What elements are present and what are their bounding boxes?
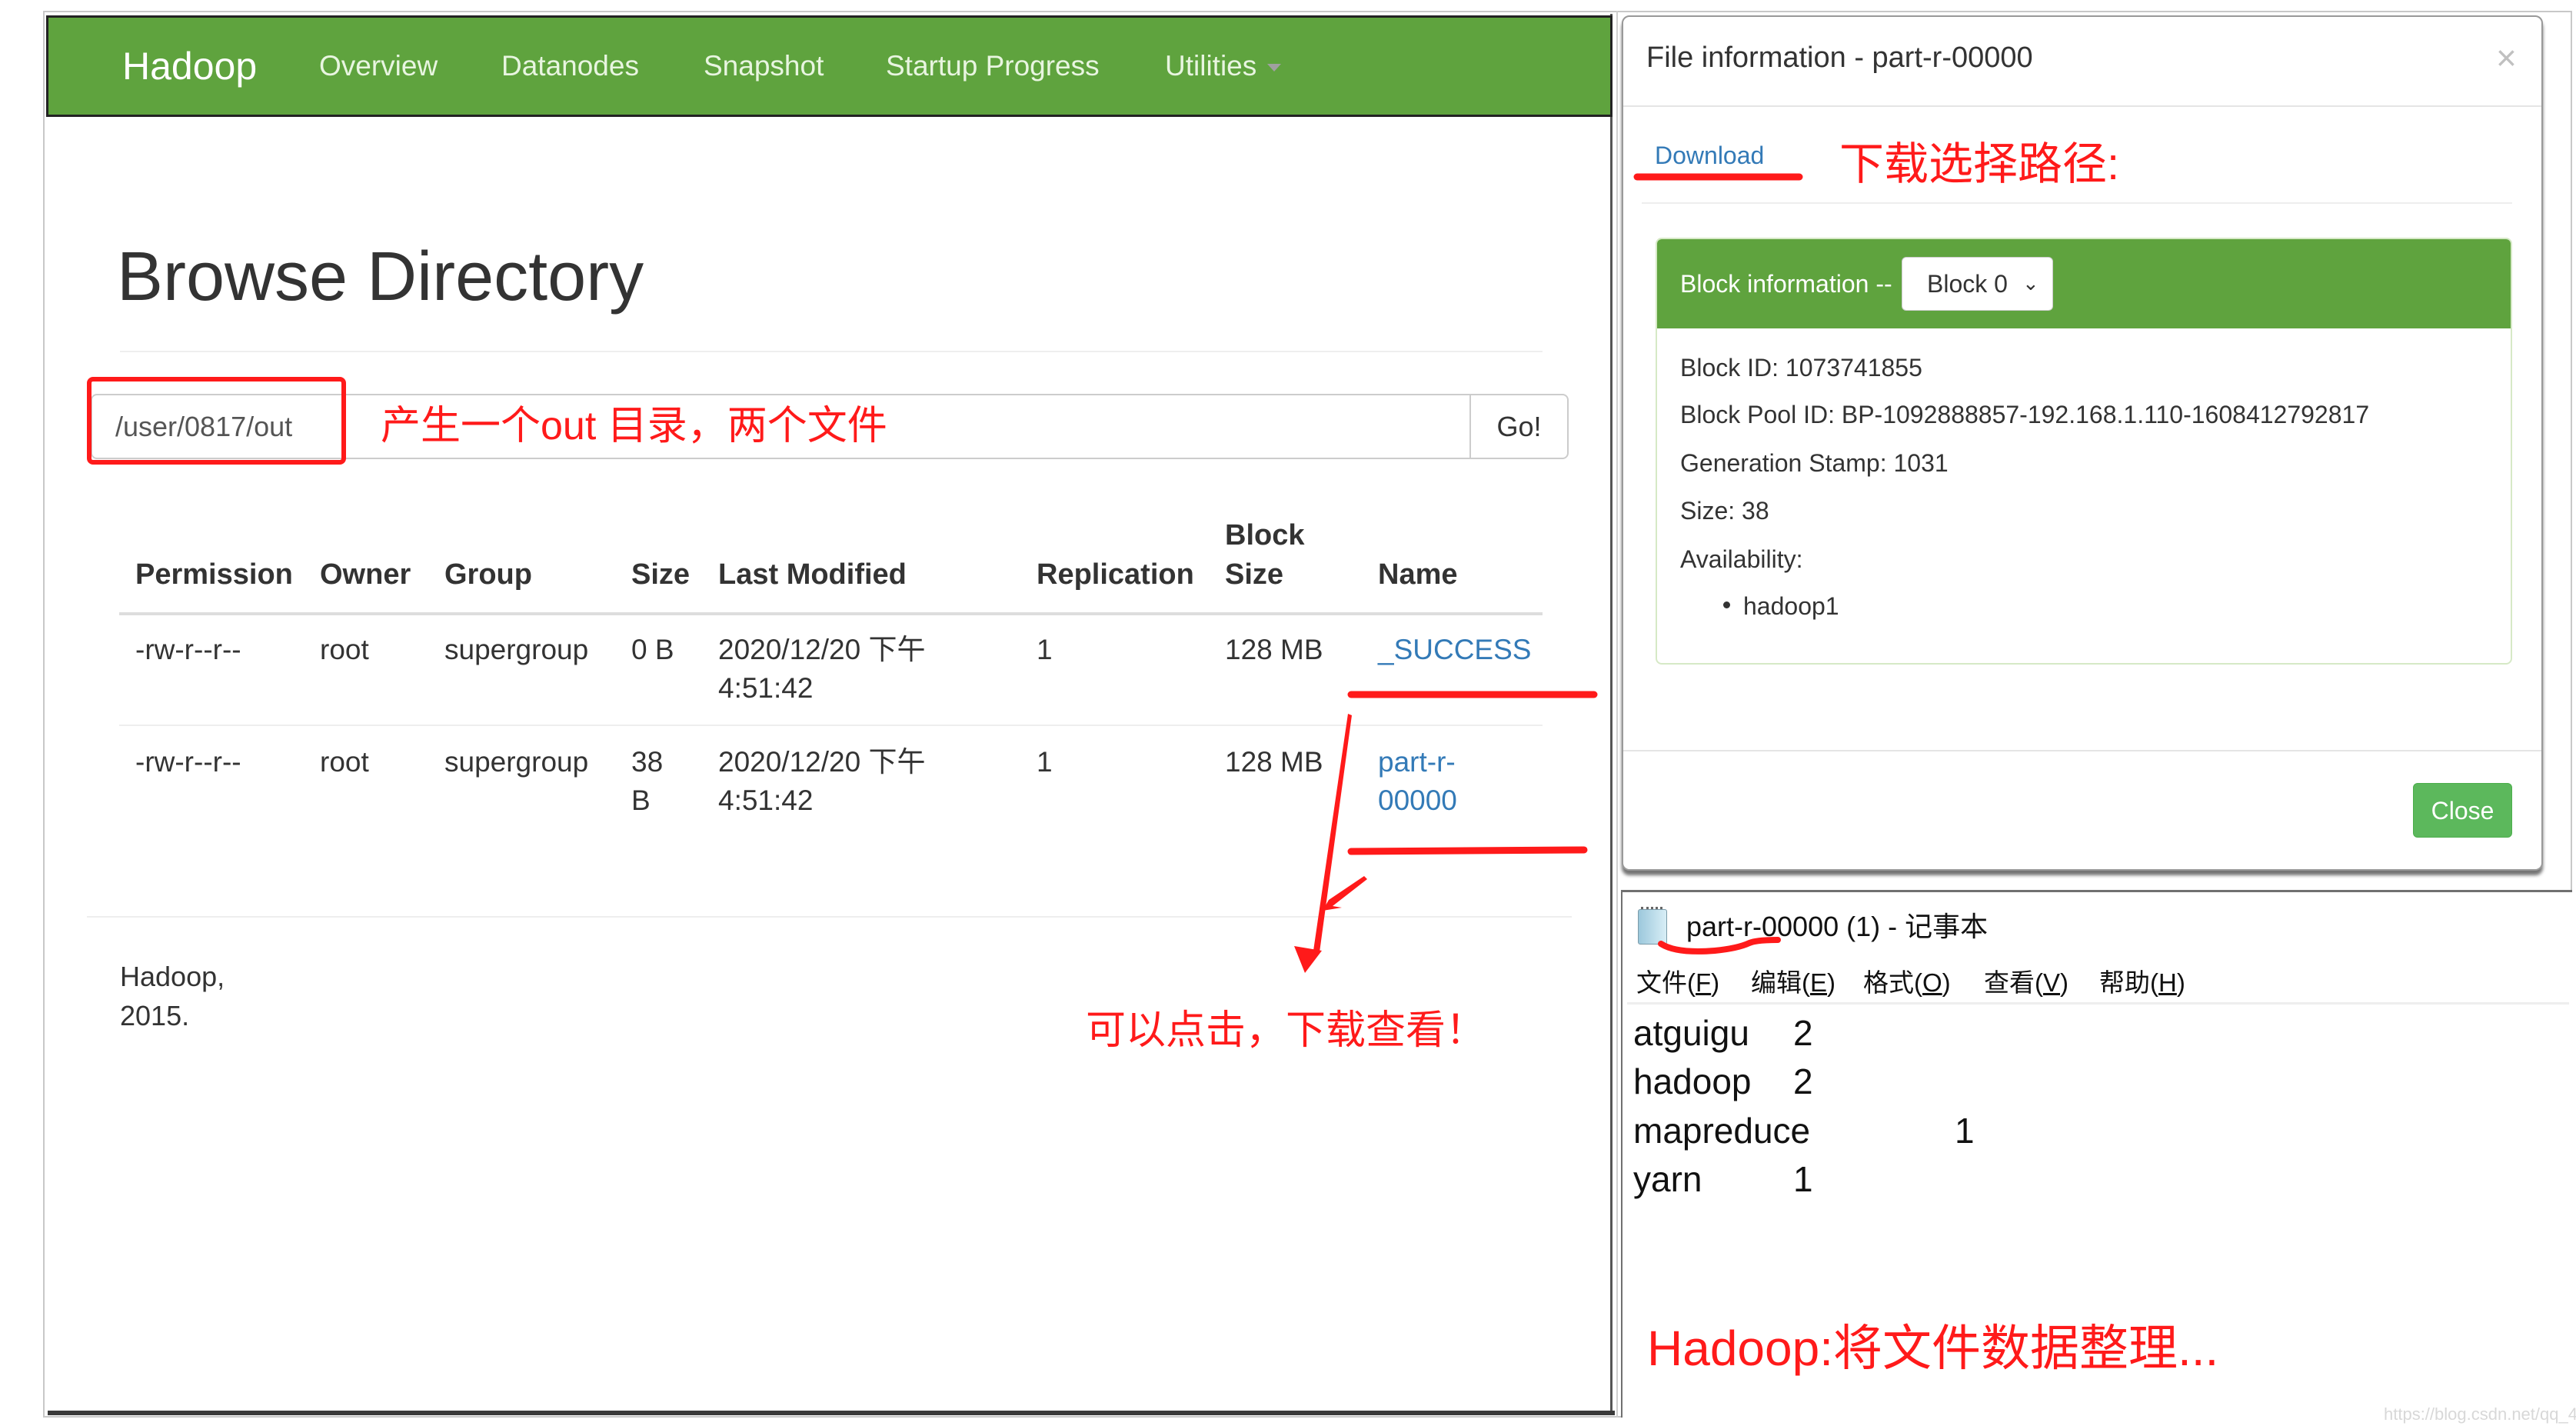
underline-notepad-title <box>1658 937 1781 955</box>
arrow-shaft <box>1313 714 1352 952</box>
annotation-overlay <box>1294 173 1803 973</box>
underline-part-file <box>1347 846 1588 855</box>
arrow-head-icon <box>1294 946 1322 973</box>
arrow-barb <box>1323 876 1367 911</box>
